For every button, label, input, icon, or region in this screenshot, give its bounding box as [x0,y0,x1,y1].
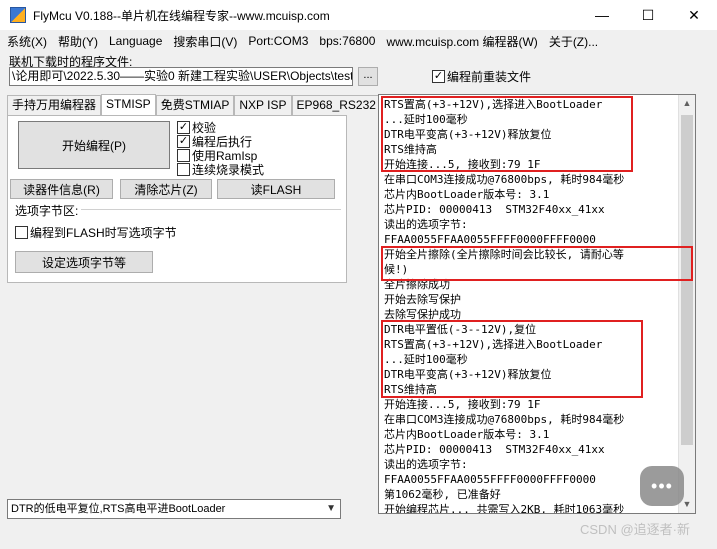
start-programming-button[interactable]: 开始编程(P) [18,121,170,169]
log-line: FFAA0055FFAA0055FFFF0000FFFF0000 [384,473,596,486]
tab-nxp-isp[interactable]: NXP ISP [234,95,292,115]
title-bar: FlyMcu V0.188--单片机在线编程专家--www.mcuisp.com… [0,0,717,30]
log-line: 全片擦除成功 [384,278,450,291]
menu-about[interactable]: 关于(Z)... [545,33,602,50]
log-line: ...延时100毫秒 [384,353,468,366]
continuous-label: 连续烧录模式 [192,163,265,177]
reload-before-program-option[interactable]: ✓ 编程前重装文件 [432,68,531,85]
chat-bubble-icon[interactable]: ••• [640,466,684,506]
menu-system[interactable]: 系统(X) [3,33,51,50]
log-line: RTS置高(+3-+12V),选择进入BootLoader [384,338,603,351]
stmisp-panel: 开始编程(P) ✓ 校验 ✓ 编程后执行 使用RamIsp 连续烧录模式 读器件… [7,115,347,283]
log-line: 读出的选项字节: [384,218,468,231]
log-line: 开始全片擦除(全片擦除时间会比较长, 请耐心等候!) [384,248,624,276]
log-line: RTS维持高 [384,143,437,156]
log-line: 开始编程芯片... 共需写入2KB, 耗时1063毫秒 [384,503,625,514]
option-bytes-title: 选项字节区: [15,202,82,219]
log-line: 在串口COM3连接成功@76800bps, 耗时984毫秒 [384,413,625,426]
reload-label: 编程前重装文件 [447,70,532,84]
menu-search-port[interactable]: 搜索串口(V) [169,33,241,50]
tab-stmisp[interactable]: STMISP [101,94,156,115]
log-line: 芯片内BootLoader版本号: 3.1 [384,428,550,441]
log-line: 读出的选项字节: [384,458,468,471]
log-line: 去除写保护成功 [384,308,461,321]
tab-ep968[interactable]: EP968_RS232 [291,95,381,115]
tab-free-stmiap[interactable]: 免费STMIAP [155,95,235,115]
log-scrollbar[interactable]: ▲ ▼ [678,95,695,513]
log-line: 芯片内BootLoader版本号: 3.1 [384,188,550,201]
log-line: DTR电平置低(-3--12V),复位 [384,323,537,336]
menu-bar: 系统(X) 帮助(Y) Language 搜索串口(V) Port:COM3 b… [0,30,717,52]
bootloader-mode-value: DTR的低电平复位,RTS高电平进BootLoader [11,503,226,515]
browse-button[interactable]: ... [358,67,378,86]
log-line: 第1062毫秒, 已准备好 [384,488,501,501]
tab-bar: 手持万用编程器 STMISP 免费STMIAP NXP ISP EP968_RS… [7,94,381,115]
write-option-bytes-checkbox[interactable] [15,226,28,239]
log-line: 芯片PID: 00000413 STM32F40xx_41xx [384,203,605,216]
window-controls: — ☐ ✕ [579,0,717,30]
log-line: DTR电平变高(+3-+12V)释放复位 [384,128,552,141]
log-line: RTS维持高 [384,383,437,396]
close-button[interactable]: ✕ [671,0,717,30]
watermark: CSDN @追逐者·新 [580,522,690,537]
program-path-field[interactable]: \论用即可\2022.5.30——实验0 新建工程实验\USER\Objects… [9,67,353,86]
read-flash-button[interactable]: 读FLASH [217,179,335,199]
option-continuous-mode[interactable]: 连续烧录模式 [177,161,264,178]
log-line: 开始连接...5, 接收到:79 1F [384,158,541,171]
menu-programmer[interactable]: www.mcuisp.com 编程器(W) [382,33,541,50]
tab-handheld-programmer[interactable]: 手持万用编程器 [7,95,102,115]
set-option-bytes-button[interactable]: 设定选项字节等 [15,251,153,273]
log-line: 芯片PID: 00000413 STM32F40xx_41xx [384,443,605,456]
menu-bps[interactable]: bps:76800 [315,34,379,48]
minimize-button[interactable]: — [579,0,625,30]
scroll-thumb[interactable] [681,115,693,445]
continuous-checkbox[interactable] [177,163,190,176]
option-bytes-group: 选项字节区: 编程到FLASH时写选项字节 设定选项字节等 [15,202,341,281]
bootloader-mode-select[interactable]: DTR的低电平复位,RTS高电平进BootLoader ▼ [7,499,341,519]
log-output[interactable]: RTS置高(+3-+12V),选择进入BootLoader ...延时100毫秒 D… [378,94,696,514]
log-line: DTR电平变高(+3-+12V)释放复位 [384,368,552,381]
window-title: FlyMcu V0.188--单片机在线编程专家--www.mcuisp.com [33,8,330,23]
chevron-down-icon[interactable]: ▼ [326,500,336,518]
scroll-up-icon[interactable]: ▲ [679,95,695,112]
menu-port[interactable]: Port:COM3 [244,34,312,48]
app-icon [10,7,26,23]
menu-language[interactable]: Language [105,34,166,48]
write-option-bytes-option[interactable]: 编程到FLASH时写选项字节 [15,224,177,241]
read-device-info-button[interactable]: 读器件信息(R) [10,179,113,199]
log-line: RTS置高(+3-+12V),选择进入BootLoader [384,98,603,111]
menu-help[interactable]: 帮助(Y) [54,33,102,50]
write-option-bytes-label: 编程到FLASH时写选项字节 [30,226,177,240]
log-lines: RTS置高(+3-+12V),选择进入BootLoader ...延时100毫秒 D… [384,97,639,514]
log-line: FFAA0055FFAA0055FFFF0000FFFF0000 [384,233,596,246]
erase-chip-button[interactable]: 清除芯片(Z) [120,179,212,199]
reload-checkbox[interactable]: ✓ [432,70,445,83]
log-line: 开始去除写保护 [384,293,461,306]
log-line: 在串口COM3连接成功@76800bps, 耗时984毫秒 [384,173,625,186]
log-line: ...延时100毫秒 [384,113,468,126]
maximize-button[interactable]: ☐ [625,0,671,30]
log-line: 开始连接...5, 接收到:79 1F [384,398,541,411]
